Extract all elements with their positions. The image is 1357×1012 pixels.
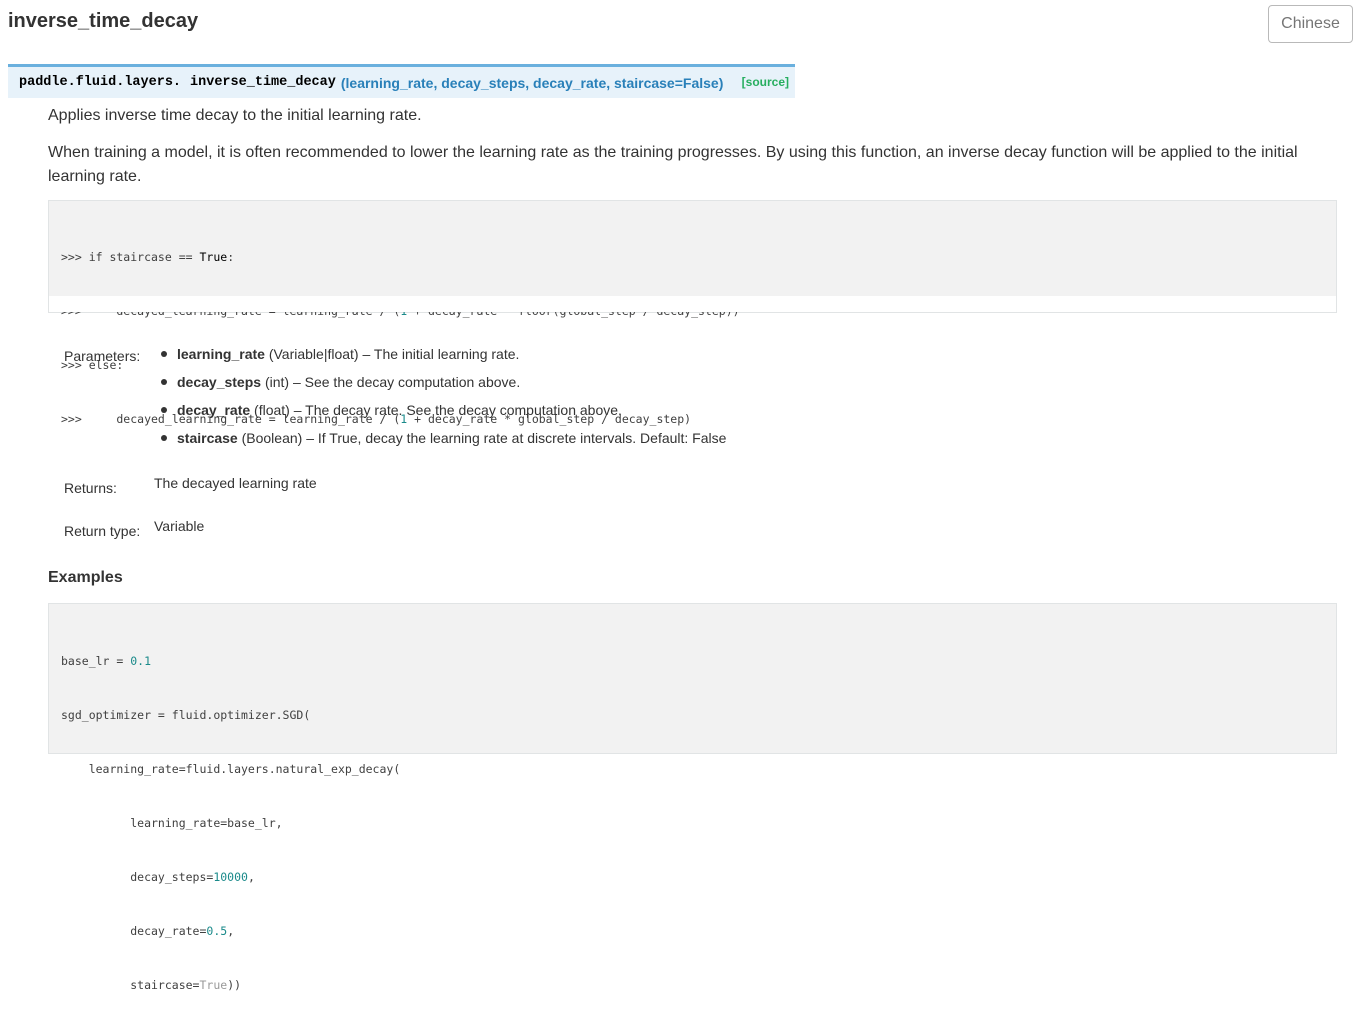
example-line: decay_steps=10000, (61, 870, 255, 884)
param-name: decay_steps (177, 374, 262, 390)
example-line: staircase=True)) (61, 978, 242, 992)
param-item: decay_steps (int) – See the decay comput… (161, 371, 726, 399)
detail-line-2: learning rate. (48, 168, 142, 185)
examples-heading: Examples (48, 569, 123, 586)
bullet-icon (161, 435, 167, 441)
example-line: decay_rate=0.5, (61, 924, 235, 938)
param-desc: (int) – See the decay computation above. (261, 374, 521, 390)
returns-label: Returns: (64, 480, 117, 496)
signature-module: paddle.fluid.layers. (19, 75, 182, 90)
param-item: staircase (Boolean) – If True, decay the… (161, 427, 726, 455)
page-title: inverse_time_decay (8, 10, 199, 32)
formula-line: >>> if staircase == True: (61, 250, 235, 264)
return-type-value: Variable (154, 518, 205, 534)
example-code-block: base_lr = 0.1 sgd_optimizer = fluid.opti… (48, 603, 1337, 992)
param-name: decay_rate (177, 402, 251, 418)
code-block-footer (49, 296, 1336, 312)
param-item: decay_rate (float) – The decay rate. See… (161, 399, 726, 427)
return-type-label: Return type: (64, 523, 141, 539)
returns-value: The decayed learning rate (154, 475, 317, 491)
example-line: learning_rate=base_lr, (61, 816, 283, 830)
detail-line-1: When training a model, it is often recom… (48, 144, 1298, 161)
language-toggle-button[interactable]: Chinese (1268, 5, 1353, 43)
param-name: learning_rate (177, 346, 265, 362)
param-desc: (Variable|float) – The initial learning … (264, 346, 520, 362)
param-item: learning_rate (Variable|float) – The ini… (161, 343, 726, 371)
signature-params: (learning_rate, decay_steps, decay_rate,… (340, 74, 724, 91)
param-desc: (Boolean) – If True, decay the learning … (237, 430, 727, 446)
function-signature: paddle.fluid.layers. inverse_time_decay … (8, 64, 795, 98)
param-desc: (float) – The decay rate. See the decay … (250, 402, 622, 418)
formula-code-block: >>> if staircase == True: >>> decayed_le… (48, 200, 1337, 426)
parameters-list: learning_rate (Variable|float) – The ini… (161, 343, 726, 455)
example-line: base_lr = 0.1 (61, 654, 152, 668)
example-line: learning_rate=fluid.layers.natural_exp_d… (61, 762, 401, 776)
example-line: sgd_optimizer = fluid.optimizer.SGD( (61, 708, 311, 722)
bullet-icon (161, 407, 167, 413)
detail-text: When training a model, it is often recom… (48, 141, 1338, 189)
bullet-icon (161, 379, 167, 385)
param-name: staircase (177, 430, 238, 446)
source-link[interactable]: [source] (742, 75, 789, 89)
summary-text: Applies inverse time decay to the initia… (48, 107, 422, 124)
bullet-icon (161, 351, 167, 357)
signature-function-name: inverse_time_decay (190, 75, 336, 90)
parameters-label: Parameters: (64, 348, 141, 364)
